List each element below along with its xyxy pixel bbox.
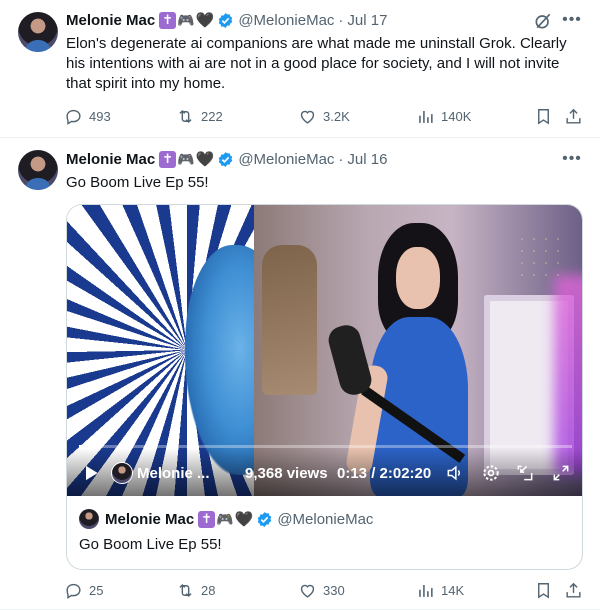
reply-button[interactable]: 493: [64, 107, 111, 126]
verified-badge-icon: [256, 511, 273, 528]
picture-in-picture-icon[interactable]: [515, 463, 535, 483]
reply-icon: [66, 583, 81, 599]
like-button[interactable]: 3.2K: [298, 107, 350, 126]
views-icon: [419, 584, 433, 597]
quoted-tweet-header: Melonie Mac ✝ 🎮 🖤 @MelonieMac: [79, 508, 373, 530]
author-handle[interactable]: @MelonieMac: [238, 12, 334, 29]
share-button[interactable]: [564, 107, 589, 126]
views-count: 140K: [441, 108, 472, 124]
video-time: 0:13 / 2:02:20: [337, 464, 432, 482]
black-heart-emoji: 🖤: [195, 12, 215, 29]
tweet-header: Melonie Mac ✝ 🎮 🖤 @MelonieMac · Jul 17: [66, 10, 387, 30]
grok-icon[interactable]: [532, 10, 554, 32]
quoted-author-handle: @MelonieMac: [277, 510, 374, 528]
quoted-author-name: Melonie Mac: [105, 510, 195, 528]
video-channel-name[interactable]: Melonie ...: [137, 465, 210, 482]
quoted-name-emojis: ✝ 🎮 🖤: [198, 510, 253, 528]
like-button[interactable]: 330: [298, 581, 345, 600]
quoted-tweet-text: Go Boom Live Ep 55!: [79, 536, 222, 553]
repost-count: 222: [201, 108, 223, 124]
author-name[interactable]: Melonie Mac: [66, 151, 155, 168]
reply-icon: [66, 109, 81, 125]
figure-statue: [262, 245, 317, 395]
verified-badge-icon: [217, 151, 234, 168]
separator-dot: ·: [338, 150, 344, 168]
repost-icon: [179, 583, 192, 597]
tweet-date[interactable]: Jul 17: [347, 12, 387, 29]
quoted-avatar: [79, 509, 99, 529]
views-button[interactable]: 14K: [416, 581, 464, 600]
settings-gear-icon[interactable]: [481, 463, 501, 483]
video-player[interactable]: Melonie ... 9,368 views 0:13 / 2:02:20: [66, 204, 583, 496]
bookmark-button[interactable]: [534, 581, 559, 600]
tweet-text: Elon's degenerate ai companions are what…: [66, 35, 567, 92]
video-control-row: Melonie ... 9,368 views 0:13 / 2:02:20: [67, 461, 582, 485]
gamepad-emoji: 🎮: [216, 510, 234, 527]
avatar[interactable]: [18, 12, 58, 52]
streamer-face: [396, 247, 440, 309]
separator-dot: ·: [338, 11, 344, 29]
views-icon: [419, 110, 433, 123]
share-icon: [566, 108, 581, 124]
repost-button[interactable]: 222: [176, 107, 223, 126]
channel-avatar[interactable]: [111, 462, 133, 484]
more-icon[interactable]: •••: [560, 10, 584, 30]
name-emojis: ✝ 🎮 🖤: [159, 150, 214, 168]
black-heart-emoji: 🖤: [234, 511, 254, 528]
video-progress-bar[interactable]: [79, 445, 572, 448]
reply-count: 493: [89, 108, 111, 124]
reply-count: 25: [89, 582, 104, 598]
bookmark-icon: [538, 108, 549, 125]
like-icon: [300, 110, 315, 124]
bookmark-button[interactable]: [534, 107, 559, 126]
gamepad-emoji: 🎮: [177, 150, 195, 167]
like-count: 330: [323, 582, 345, 598]
repost-icon: [179, 109, 192, 123]
like-icon: [300, 584, 315, 598]
tweet-actions: 25 28 330 14K: [64, 579, 588, 601]
video-views: 9,368 views: [245, 464, 328, 482]
author-name[interactable]: Melonie Mac: [66, 12, 155, 29]
cross-emoji: ✝: [159, 150, 177, 168]
black-heart-emoji: 🖤: [195, 151, 215, 168]
volume-icon[interactable]: [445, 463, 465, 483]
tweet-actions: 493 222 3.2K 140K: [64, 105, 588, 127]
reply-button[interactable]: 25: [64, 581, 103, 600]
play-icon[interactable]: [81, 463, 101, 483]
tweet-date[interactable]: Jul 16: [347, 151, 387, 168]
quoted-tweet[interactable]: Melonie Mac ✝ 🎮 🖤 @MelonieMac Go Boom Li…: [66, 496, 583, 570]
gamepad-emoji: 🎮: [177, 11, 195, 28]
string-lights: [516, 233, 566, 283]
repost-count: 28: [201, 582, 216, 598]
cross-emoji: ✝: [198, 510, 216, 528]
more-icon[interactable]: •••: [560, 149, 584, 169]
author-handle[interactable]: @MelonieMac: [238, 151, 334, 168]
tweet-text: Go Boom Live Ep 55!: [66, 174, 209, 191]
video-progress-fill: [79, 445, 82, 448]
microphone: [325, 322, 375, 398]
fullscreen-icon[interactable]: [551, 463, 571, 483]
tweet-1[interactable]: Melonie Mac ✝ 🎮 🖤 @MelonieMac · Jul 17 •…: [0, 0, 600, 138]
name-emojis: ✝ 🎮 🖤: [159, 11, 214, 29]
avatar[interactable]: [18, 150, 58, 190]
verified-badge-icon: [217, 12, 234, 29]
views-button[interactable]: 140K: [416, 107, 471, 126]
tweet-header: Melonie Mac ✝ 🎮 🖤 @MelonieMac · Jul 16: [66, 149, 387, 169]
views-count: 14K: [441, 582, 465, 598]
share-icon: [566, 582, 581, 598]
bookmark-icon: [538, 582, 549, 599]
repost-button[interactable]: 28: [176, 581, 215, 600]
share-button[interactable]: [564, 581, 589, 600]
cross-emoji: ✝: [159, 11, 177, 29]
like-count: 3.2K: [323, 108, 350, 124]
